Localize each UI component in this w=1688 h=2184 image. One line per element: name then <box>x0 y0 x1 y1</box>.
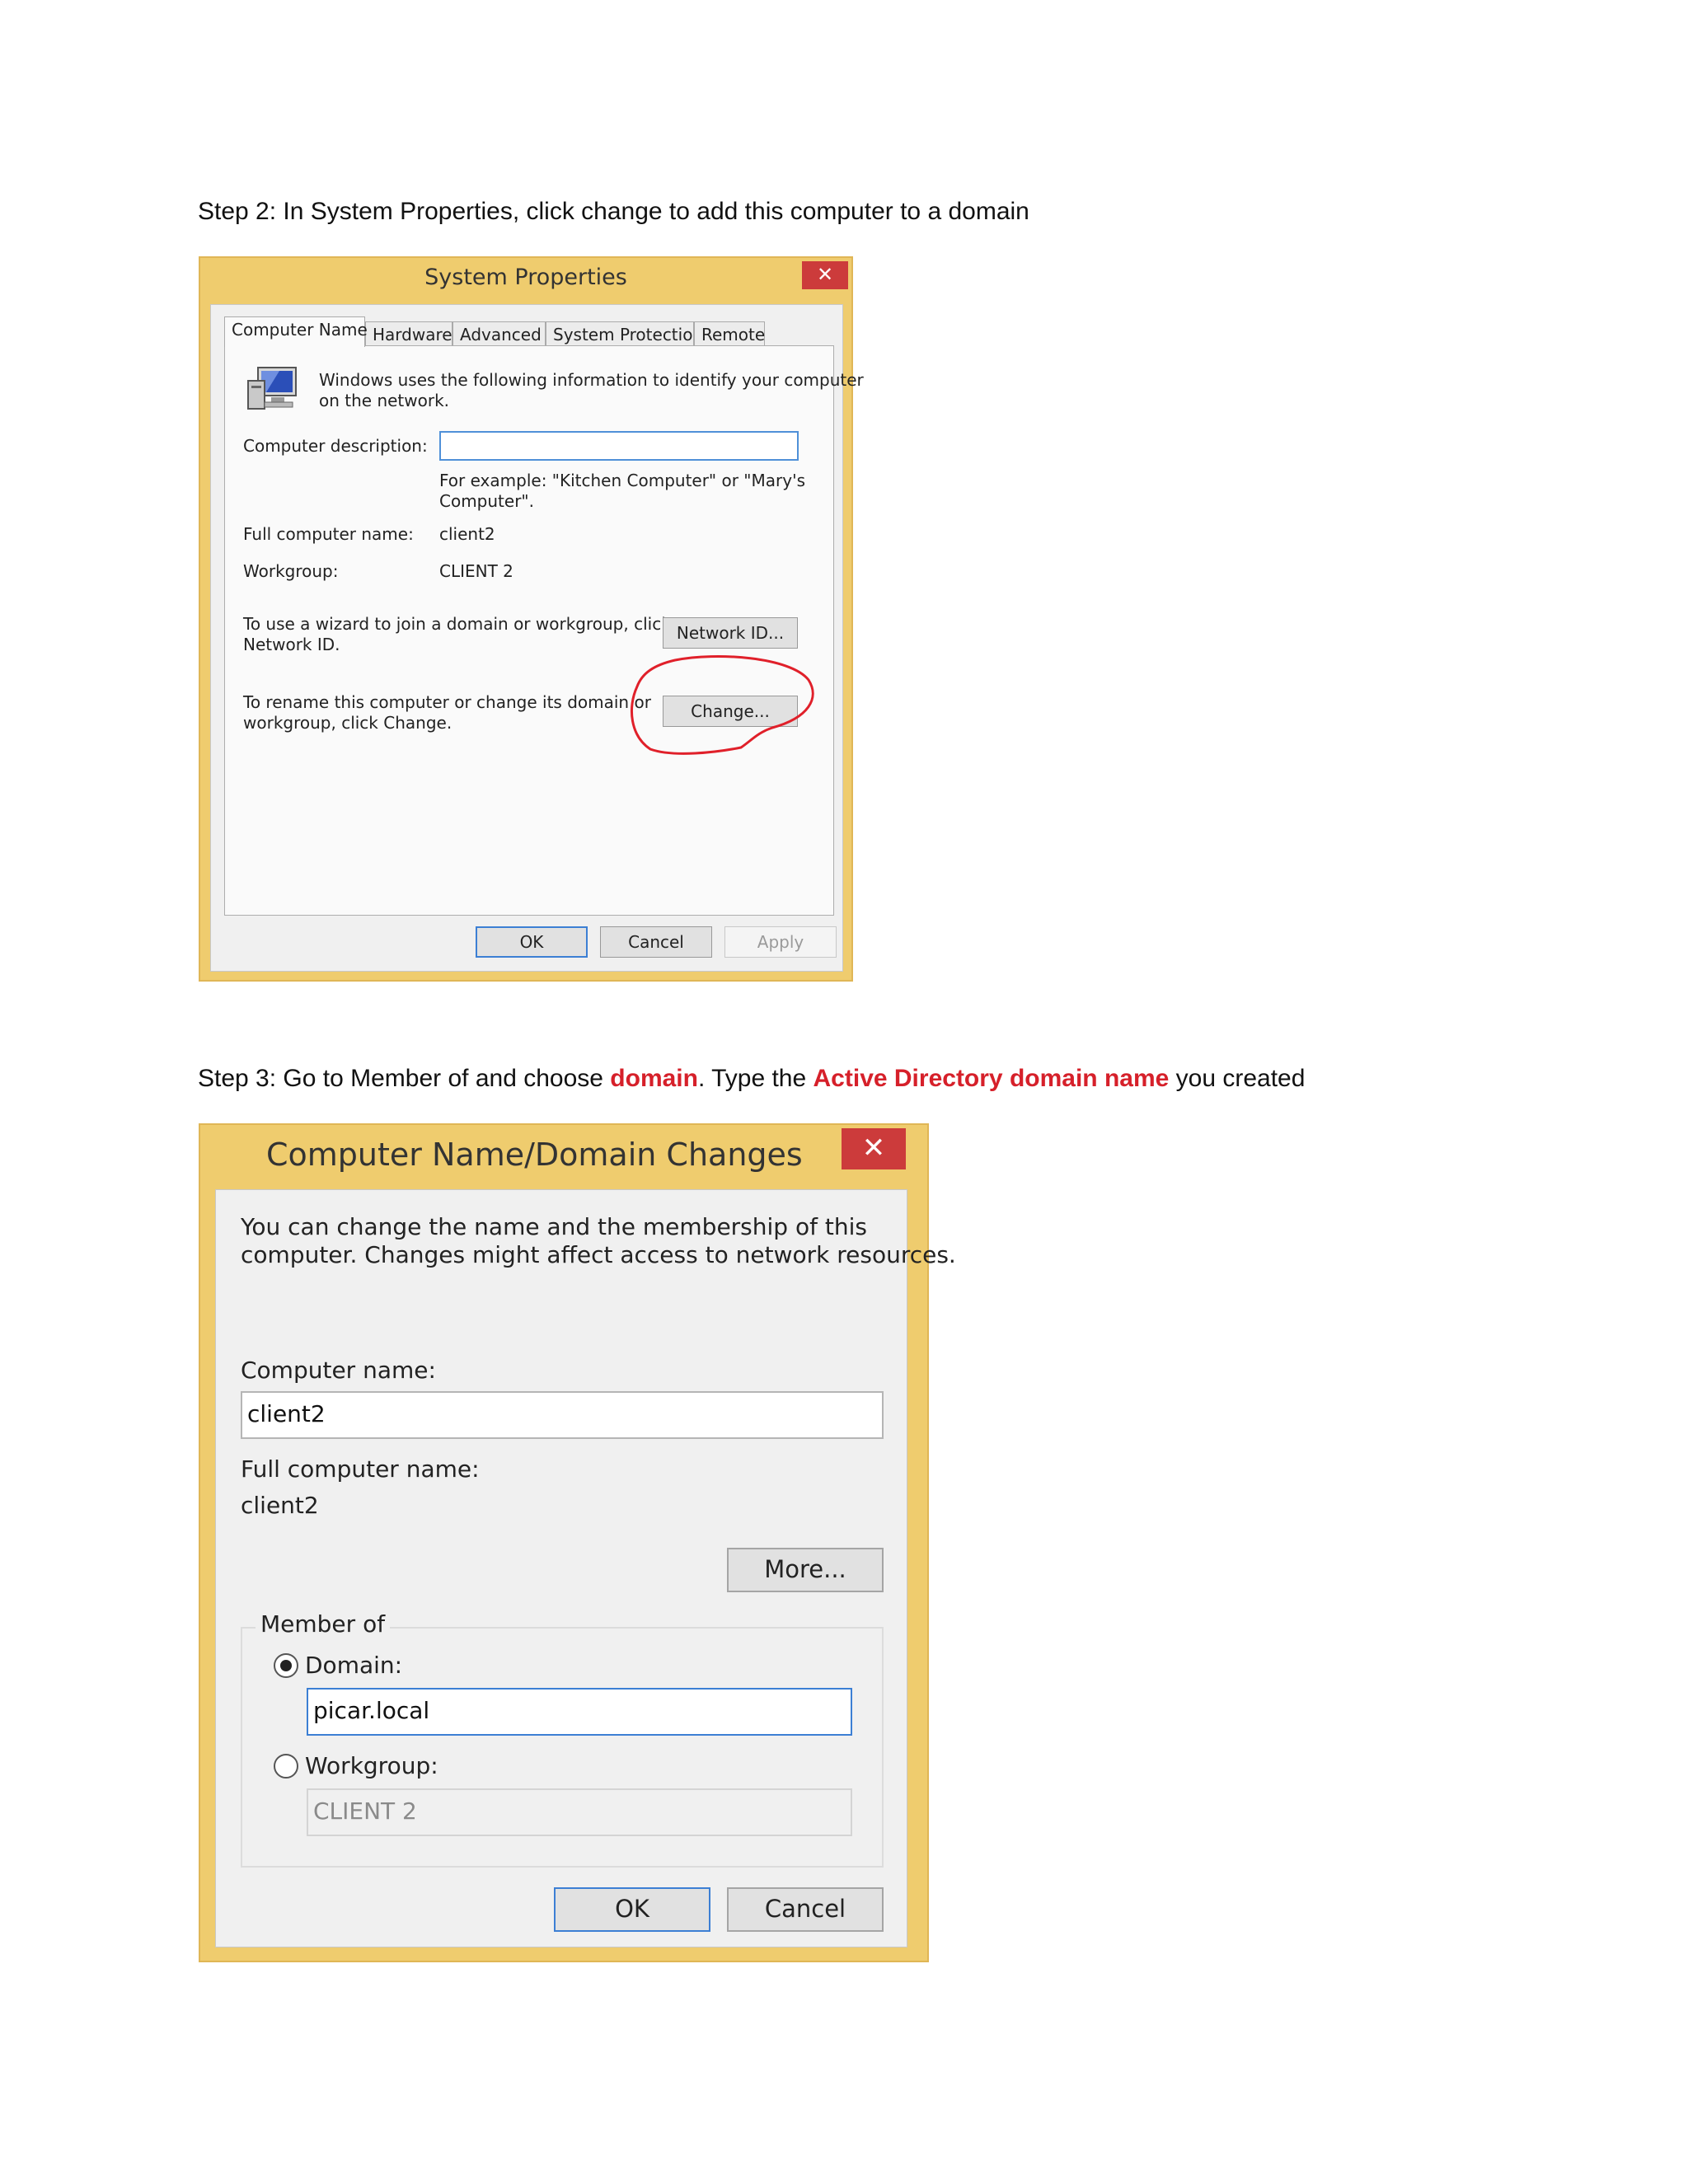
full-computer-name-value: client2 <box>241 1492 319 1519</box>
computer-name-panel: Windows uses the following information t… <box>224 345 864 916</box>
tab-advanced[interactable]: Advanced <box>452 321 546 346</box>
system-properties-window: System Properties ✕ Computer Name Hardwa… <box>199 256 864 982</box>
full-computer-name-label: Full computer name: <box>241 1455 480 1483</box>
tab-hardware[interactable]: Hardware <box>365 321 452 346</box>
tab-computer-name[interactable]: Computer Name <box>224 316 368 347</box>
member-of-group: Member of Domain: picar.local Workgroup:… <box>241 1610 884 1868</box>
computer-name-label: Computer name: <box>241 1357 436 1384</box>
network-id-hint-1: To use a wizard to join a domain or work… <box>243 614 671 634</box>
apply-button[interactable]: Apply <box>724 926 837 958</box>
tab-remote[interactable]: Remote <box>694 321 765 346</box>
dialog-body: You can change the name and the membersh… <box>215 1189 956 1947</box>
caption-text-3: you created <box>1169 1065 1306 1092</box>
cancel-button[interactable]: Cancel <box>600 926 712 958</box>
intro-text-1: Windows uses the following information t… <box>319 370 864 390</box>
ok-button[interactable]: OK <box>554 1887 710 1932</box>
member-of-label: Member of <box>256 1610 391 1638</box>
step3-caption: Step 3: Go to Member of and choose domai… <box>198 1065 1305 1093</box>
highlight-circle-annotation <box>631 654 814 755</box>
intro-text-1: You can change the name and the membersh… <box>241 1213 867 1240</box>
close-icon: ✕ <box>861 1132 886 1165</box>
step2-caption: Step 2: In System Properties, click chan… <box>198 198 1029 225</box>
network-id-button[interactable]: Network ID... <box>663 617 798 649</box>
caption-highlight-ad-domain-name: Active Directory domain name <box>813 1065 1170 1092</box>
domain-label: Domain: <box>305 1652 403 1679</box>
workgroup-input[interactable]: CLIENT 2 <box>307 1788 852 1836</box>
full-computer-name-label: Full computer name: <box>243 524 414 544</box>
network-id-hint-2: Network ID. <box>243 635 340 654</box>
cancel-button[interactable]: Cancel <box>727 1887 884 1932</box>
domain-radio[interactable] <box>274 1653 298 1678</box>
ok-button[interactable]: OK <box>476 926 588 958</box>
workgroup-label: Workgroup: <box>305 1752 438 1779</box>
radio-selected-dot <box>280 1660 292 1671</box>
caption-text-2: . Type the <box>697 1065 814 1092</box>
close-button[interactable]: ✕ <box>842 1128 906 1169</box>
rename-hint-2: workgroup, click Change. <box>243 713 452 733</box>
caption-text-1: Step 3: Go to Member of and choose <box>198 1065 611 1092</box>
window-title: System Properties <box>424 265 627 290</box>
dialog-body: Computer Name Hardware Advanced System P… <box>210 304 864 972</box>
close-icon: ✕ <box>816 263 834 286</box>
intro-text-2: on the network. <box>319 391 450 410</box>
example-text-1: For example: "Kitchen Computer" or "Mary… <box>439 471 805 490</box>
computer-name-input[interactable]: client2 <box>241 1391 884 1439</box>
full-computer-name-value: client2 <box>439 524 495 544</box>
caption-highlight-domain: domain <box>610 1065 698 1092</box>
intro-text-2: computer. Changes might affect access to… <box>241 1241 956 1268</box>
computer-description-label: Computer description: <box>243 436 428 456</box>
domain-input[interactable]: picar.local <box>307 1688 852 1736</box>
computer-name-domain-changes-window: Computer Name/Domain Changes ✕ You can c… <box>199 1123 956 1962</box>
more-button[interactable]: More... <box>727 1548 884 1592</box>
example-text-2: Computer". <box>439 491 534 511</box>
workgroup-radio[interactable] <box>274 1754 298 1779</box>
workgroup-value: CLIENT 2 <box>439 561 513 581</box>
workgroup-label: Workgroup: <box>243 561 339 581</box>
close-button[interactable]: ✕ <box>802 261 848 289</box>
computer-icon <box>247 367 297 410</box>
rename-hint-1: To rename this computer or change its do… <box>243 692 651 712</box>
tab-system-protection[interactable]: System Protection <box>546 321 703 346</box>
computer-description-input[interactable] <box>439 431 799 461</box>
window-title: Computer Name/Domain Changes <box>266 1137 803 1173</box>
